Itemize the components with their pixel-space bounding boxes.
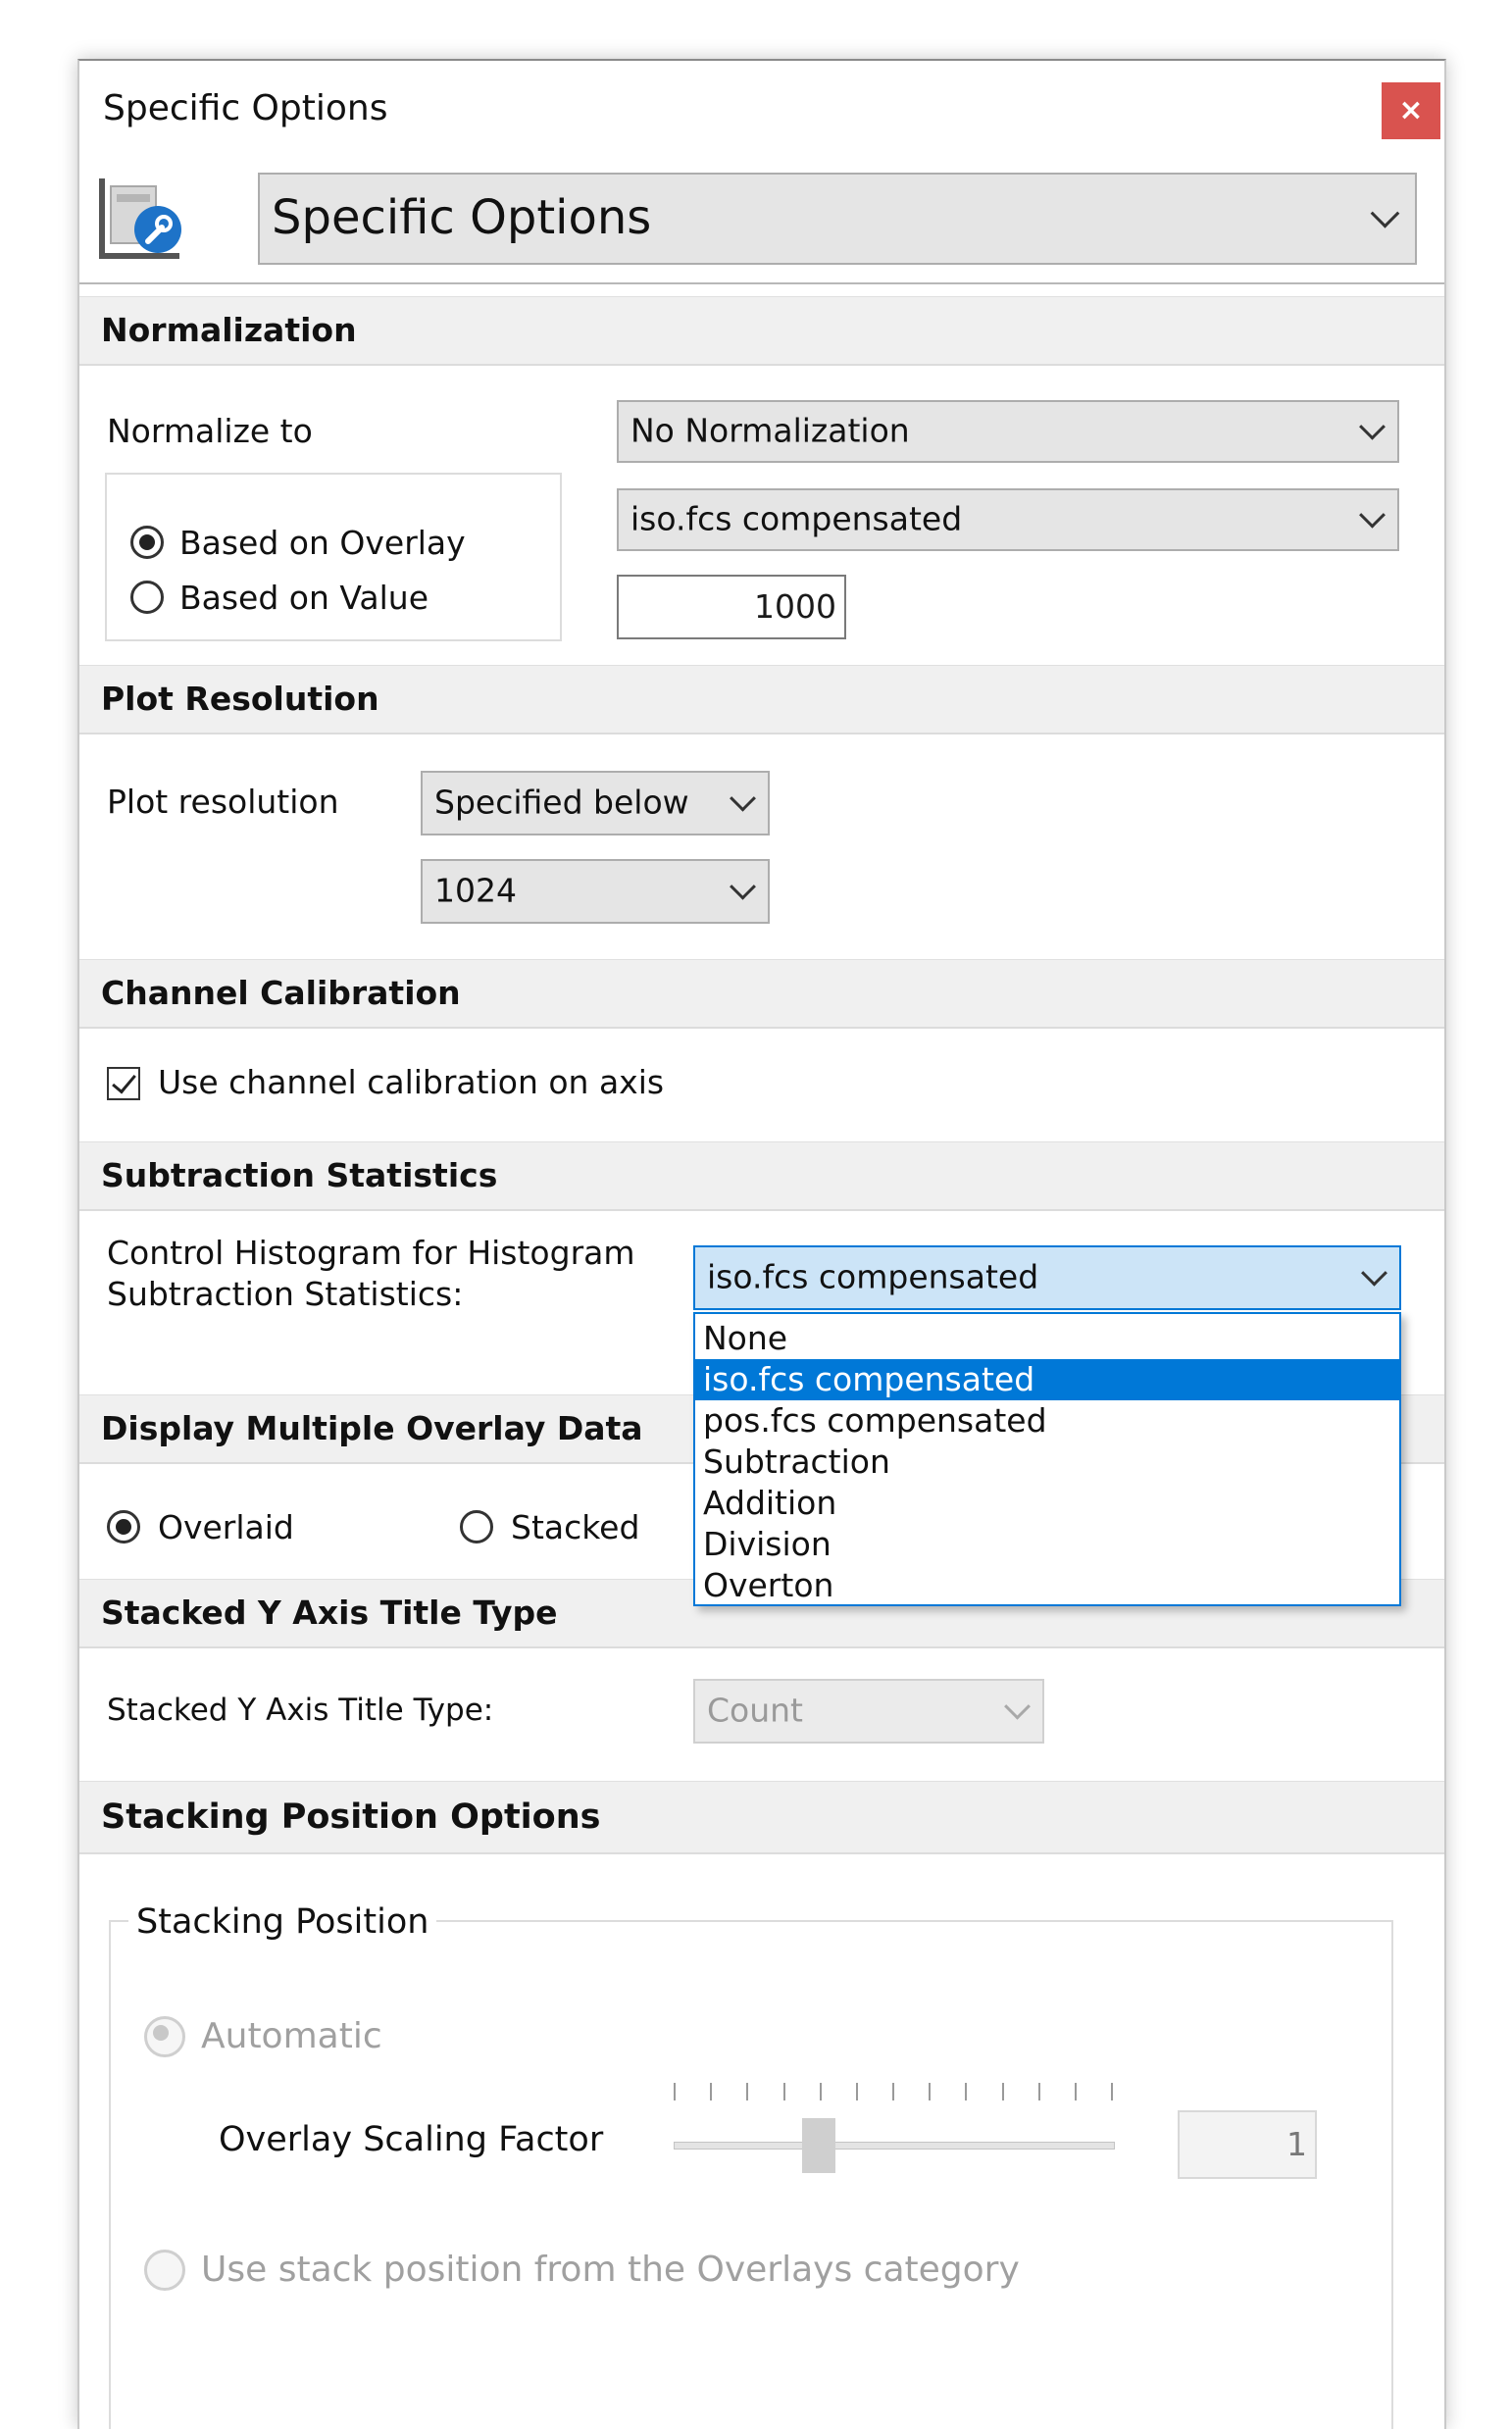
- stacking-position-group-title: Stacking Position: [128, 1902, 437, 1942]
- radio-use-overlays-position[interactable]: [144, 2250, 185, 2291]
- plot-resolution-mode-value: Specified below: [434, 783, 689, 822]
- window-title: Specific Options: [103, 88, 388, 128]
- control-histogram-select[interactable]: iso.fcs compensated: [693, 1245, 1401, 1310]
- normalize-to-value: No Normalization: [630, 411, 910, 450]
- overlay-select[interactable]: iso.fcs compensated: [617, 488, 1399, 551]
- chevron-down-icon: [1361, 1259, 1387, 1287]
- slider-ticks: [674, 2083, 1115, 2102]
- section-title: Display Multiple Overlay Data: [101, 1409, 643, 1447]
- radio-stacked-label: Stacked: [511, 1508, 640, 1546]
- slider-tick: [746, 2083, 748, 2100]
- dropdown-option-none[interactable]: None: [695, 1318, 1399, 1359]
- section-stacking-position: Stacking Position Options: [79, 1781, 1444, 1854]
- dropdown-option-addition[interactable]: Addition: [695, 1483, 1399, 1524]
- slider-tick: [965, 2083, 967, 2100]
- slider-tick: [1111, 2083, 1113, 2100]
- radio-automatic[interactable]: [144, 2016, 185, 2057]
- slider-tick: [1038, 2083, 1040, 2100]
- chevron-down-icon: [730, 873, 756, 900]
- normalize-value-input[interactable]: 1000: [617, 575, 846, 639]
- overlay-scaling-slider-thumb[interactable]: [802, 2118, 835, 2173]
- chevron-down-icon: [1370, 198, 1400, 228]
- control-histogram-label-line2: Subtraction Statistics:: [107, 1275, 464, 1313]
- channel-calibration-label: Use channel calibration on axis: [158, 1063, 665, 1101]
- radio-based-on-value[interactable]: [130, 581, 164, 614]
- control-histogram-label-line1: Control Histogram for Histogram: [107, 1234, 635, 1272]
- close-button[interactable]: ×: [1382, 82, 1440, 139]
- slider-tick: [1002, 2083, 1004, 2100]
- slider-tick: [820, 2083, 822, 2100]
- stacked-y-axis-value: Count: [707, 1691, 804, 1730]
- overlay-scaling-value-input[interactable]: 1: [1178, 2110, 1317, 2179]
- overlay-select-value: iso.fcs compensated: [630, 499, 963, 538]
- slider-tick: [674, 2083, 676, 2100]
- options-wrench-icon: [97, 177, 191, 261]
- radio-stacked[interactable]: [460, 1510, 493, 1543]
- section-normalization: Normalization: [79, 296, 1444, 366]
- chevron-down-icon: [1359, 413, 1386, 440]
- plot-resolution-size-value: 1024: [434, 871, 517, 910]
- dropdown-option-subtraction[interactable]: Subtraction: [695, 1442, 1399, 1483]
- slider-tick: [783, 2083, 785, 2100]
- normalize-to-select[interactable]: No Normalization: [617, 400, 1399, 463]
- slider-tick: [929, 2083, 931, 2100]
- section-title: Plot Resolution: [101, 680, 379, 718]
- chevron-down-icon: [1359, 501, 1386, 529]
- dropdown-option-iso-fcs[interactable]: iso.fcs compensated: [695, 1359, 1399, 1400]
- slider-tick: [1075, 2083, 1077, 2100]
- channel-calibration-checkbox[interactable]: [107, 1067, 140, 1100]
- plot-resolution-mode-select[interactable]: Specified below: [421, 771, 770, 835]
- dropdown-option-division[interactable]: Division: [695, 1524, 1399, 1565]
- radio-based-on-overlay-label: Based on Overlay: [179, 524, 466, 562]
- slider-tick: [892, 2083, 894, 2100]
- radio-automatic-label: Automatic: [201, 2016, 382, 2056]
- section-title: Stacked Y Axis Title Type: [101, 1594, 558, 1632]
- category-select-value: Specific Options: [272, 189, 652, 245]
- plot-resolution-label: Plot resolution: [107, 783, 339, 821]
- header-divider: [79, 282, 1444, 284]
- control-histogram-value: iso.fcs compensated: [707, 1257, 1039, 1296]
- section-subtraction-statistics: Subtraction Statistics: [79, 1141, 1444, 1211]
- slider-tick: [856, 2083, 858, 2100]
- section-title: Normalization: [101, 311, 357, 349]
- section-title: Channel Calibration: [101, 974, 461, 1012]
- section-title: Stacking Position Options: [101, 1797, 601, 1837]
- radio-based-on-value-label: Based on Value: [179, 579, 429, 617]
- radio-overlaid[interactable]: [107, 1510, 140, 1543]
- control-histogram-dropdown-list: None iso.fcs compensated pos.fcs compens…: [693, 1312, 1401, 1606]
- section-channel-calibration: Channel Calibration: [79, 959, 1444, 1029]
- stacked-y-axis-select[interactable]: Count: [693, 1679, 1044, 1744]
- chevron-down-icon: [730, 784, 756, 812]
- category-select[interactable]: Specific Options: [258, 173, 1417, 265]
- specific-options-panel: Specific Options × Specific Options Norm…: [77, 59, 1446, 2429]
- slider-tick: [710, 2083, 712, 2100]
- radio-use-overlays-position-label: Use stack position from the Overlays cat…: [201, 2250, 1020, 2290]
- dropdown-option-pos-fcs[interactable]: pos.fcs compensated: [695, 1400, 1399, 1442]
- plot-resolution-size-select[interactable]: 1024: [421, 859, 770, 924]
- radio-overlaid-label: Overlaid: [158, 1508, 294, 1546]
- section-title: Subtraction Statistics: [101, 1156, 498, 1194]
- overlay-scaling-factor-label: Overlay Scaling Factor: [219, 2120, 604, 2159]
- chevron-down-icon: [1004, 1693, 1031, 1720]
- overlay-scaling-slider-track[interactable]: [674, 2142, 1115, 2150]
- normalize-to-label: Normalize to: [107, 412, 313, 450]
- radio-based-on-overlay[interactable]: [130, 526, 164, 559]
- stacked-y-axis-label: Stacked Y Axis Title Type:: [107, 1693, 494, 1728]
- section-plot-resolution: Plot Resolution: [79, 665, 1444, 734]
- dropdown-option-overton[interactable]: Overton: [695, 1565, 1399, 1606]
